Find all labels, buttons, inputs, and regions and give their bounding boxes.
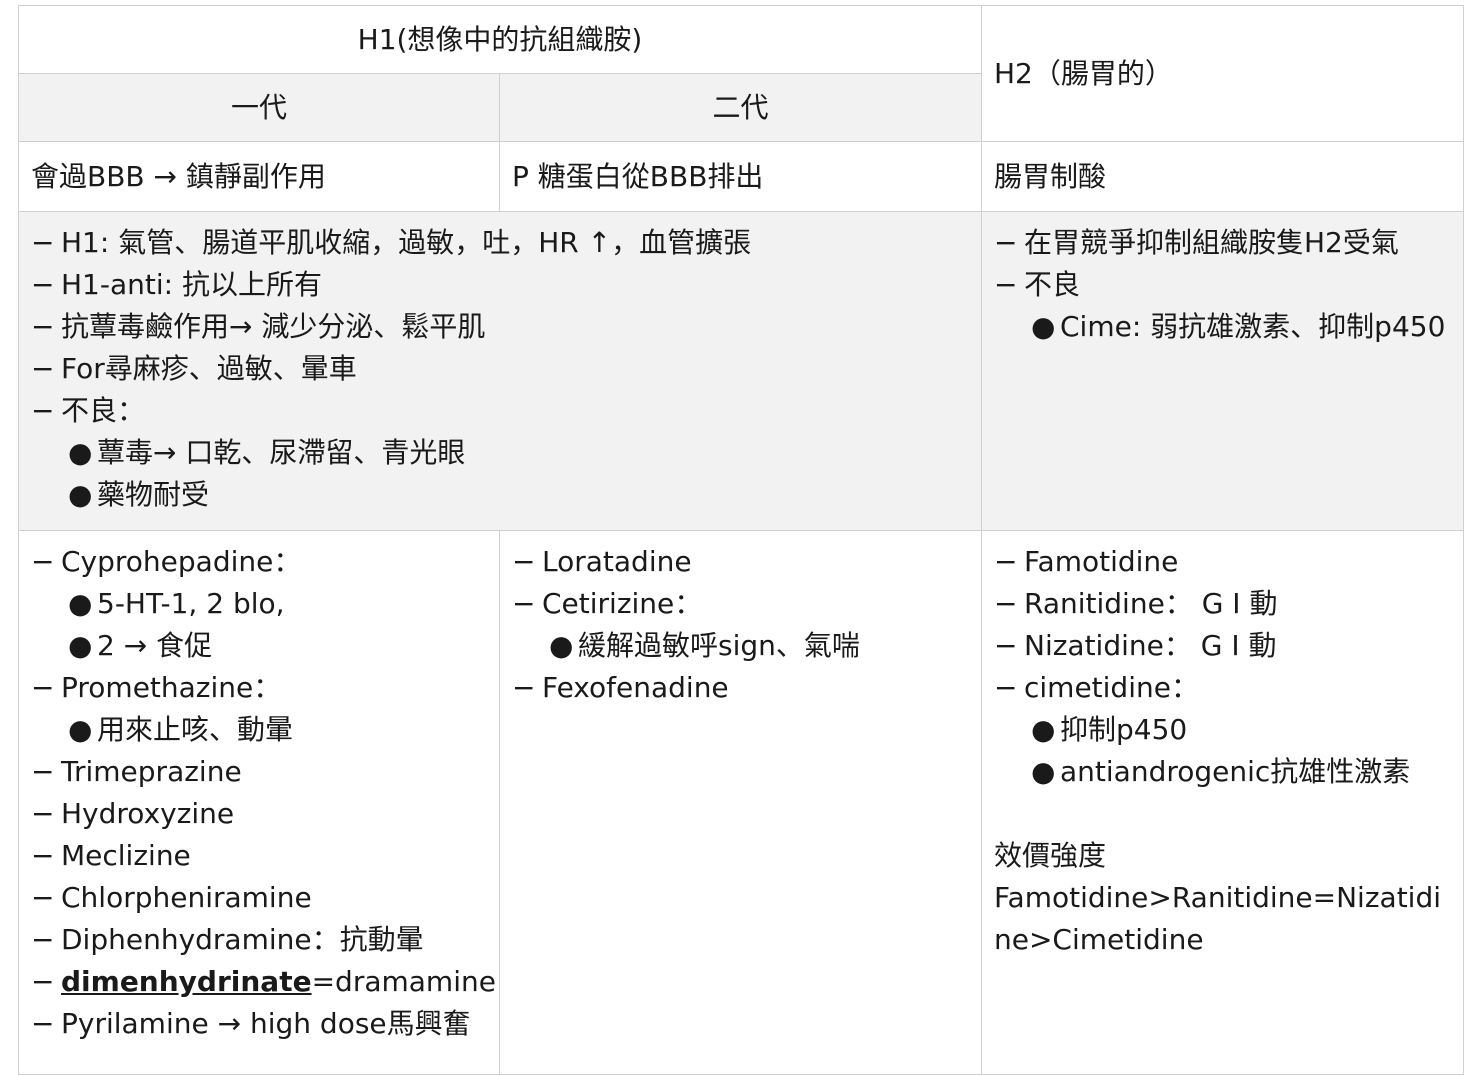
list-item: − 在胃競爭抑制組織胺隻H2受氣 (994, 222, 1451, 264)
gen2-drugs-cell: − Loratadine − Cetirizine： ● 緩解過敏呼sign、氣喘 −… (499, 530, 982, 1075)
gen2-header-cell: 二代 (499, 73, 982, 142)
bullet-item: ● 用來止咳、動暈 (31, 709, 487, 751)
h1-effects-cell: − H1: 氣管、腸道平肌收縮，過敏，吐，HR ↑，血管擴張 − H1-anti:… (18, 211, 982, 531)
dash-icon: − (31, 1007, 55, 1040)
bullet-icon: ● (68, 713, 93, 746)
dash-icon: − (994, 545, 1018, 578)
bullet-item: ● 抑制p450 (994, 709, 1451, 751)
list-item: − Chlorpheniramine (31, 877, 487, 919)
dash-icon: − (31, 881, 55, 914)
drug-comparison-table: H1(想像中的抗組織胺) H2（腸胃的） 一代 二代 會過BBB → 鎮靜副作用… (18, 5, 1464, 1075)
gen1-header: 一代 (230, 90, 287, 124)
list-item: − Loratadine (512, 541, 969, 583)
bullet-item: ● 5-HT-1, 2 blo, (31, 583, 487, 625)
list-item: − Hydroxyzine (31, 793, 487, 835)
potency-ranking: Famotidine>Ranitidine=Nizatidine>Cimetid… (994, 881, 1442, 956)
list-item: − Ranitidine： G I 動 (994, 583, 1451, 625)
gen2-summary: P 糖蛋白從BBB排出 (512, 159, 764, 193)
dash-icon: − (31, 352, 55, 385)
gen1-header-cell: 一代 (18, 73, 500, 142)
dash-icon: − (31, 268, 55, 301)
bullet-icon: ● (1031, 755, 1056, 788)
list-item: − Nizatidine： G I 動 (994, 625, 1451, 667)
bullet-item: ● Cime: 弱抗雄激素、抑制p450 (994, 306, 1451, 348)
dash-icon: − (31, 797, 55, 830)
list-item: − 抗蕈毒鹼作用→ 減少分泌、鬆平肌 (31, 306, 969, 348)
bullet-icon: ● (68, 436, 93, 469)
bullet-item: ● 藥物耐受 (31, 474, 969, 516)
dash-icon: − (31, 839, 55, 872)
dash-icon: − (31, 923, 55, 956)
list-item: − H1: 氣管、腸道平肌收縮，過敏，吐，HR ↑，血管擴張 (31, 222, 969, 264)
dash-icon: − (994, 226, 1018, 259)
bullet-icon: ● (68, 629, 93, 662)
list-item: − H1-anti: 抗以上所有 (31, 264, 969, 306)
h2-header: H2（腸胃的） (994, 56, 1173, 90)
list-item: − Cyprohepadine： (31, 541, 487, 583)
dash-icon: − (31, 545, 55, 578)
bullet-item: ● antiandrogenic抗雄性激素 (994, 751, 1451, 793)
h2-header-cell: H2（腸胃的） (981, 5, 1464, 142)
list-item: − For尋麻疹、過敏、暈車 (31, 348, 969, 390)
bullet-item: ● 2 → 食促 (31, 625, 487, 667)
dash-icon: − (994, 587, 1018, 620)
bullet-item: ● 緩解過敏呼sign、氣喘 (512, 625, 969, 667)
list-item: − 不良 (994, 264, 1451, 306)
dash-icon: − (31, 310, 55, 343)
list-item: − Pyrilamine → high dose馬興奮 (31, 1003, 487, 1045)
dash-icon: − (994, 629, 1018, 662)
gen1-drugs-cell: − Cyprohepadine： ● 5-HT-1, 2 blo, ● 2 → 食促… (18, 530, 500, 1075)
gen1-summary: 會過BBB → 鎮靜副作用 (31, 159, 326, 193)
dash-icon: − (512, 671, 536, 704)
gen1-summary-cell: 會過BBB → 鎮靜副作用 (18, 141, 500, 212)
gen2-header: 二代 (712, 90, 769, 124)
dash-icon: − (31, 394, 55, 427)
bullet-icon: ● (1031, 310, 1056, 343)
bullet-icon: ● (68, 478, 93, 511)
h2-summary: 腸胃制酸 (994, 159, 1107, 193)
h1-header: H1(想像中的抗組織胺) (357, 22, 643, 56)
list-item: − cimetidine： (994, 667, 1451, 709)
dash-icon: − (512, 587, 536, 620)
dash-icon: − (31, 226, 55, 259)
list-item: − Meclizine (31, 835, 487, 877)
list-item: − Diphenhydramine：抗動暈 (31, 919, 487, 961)
dash-icon: − (994, 268, 1018, 301)
gen2-summary-cell: P 糖蛋白從BBB排出 (499, 141, 982, 212)
bullet-icon: ● (549, 629, 574, 662)
dash-icon: − (512, 545, 536, 578)
list-item: − 不良： (31, 390, 969, 432)
list-item: − dimenhydrinate=dramamine (31, 961, 496, 1003)
bullet-icon: ● (1031, 713, 1056, 746)
h1-header-cell: H1(想像中的抗組織胺) (18, 5, 982, 74)
dimenhydrinate-link: dimenhydrinate (61, 965, 312, 998)
bullet-icon: ● (68, 587, 93, 620)
list-item: − Promethazine： (31, 667, 487, 709)
h2-drugs-cell: − Famotidine − Ranitidine： G I 動 − Nizatidi… (981, 530, 1464, 1075)
h2-summary-cell: 腸胃制酸 (981, 141, 1464, 212)
list-item: − Cetirizine： (512, 583, 969, 625)
list-item: − Fexofenadine (512, 667, 969, 709)
potency-title: 效價強度 (994, 839, 1107, 872)
list-item: − Trimeprazine (31, 751, 487, 793)
dash-icon: − (31, 965, 55, 998)
dash-icon: − (31, 755, 55, 788)
h2-effects-cell: − 在胃競爭抑制組織胺隻H2受氣 − 不良 ● Cime: 弱抗雄激素、抑制p450 (981, 211, 1464, 531)
bullet-item: ● 蕈毒→ 口乾、尿滯留、青光眼 (31, 432, 969, 474)
dash-icon: − (994, 671, 1018, 704)
dash-icon: − (31, 671, 55, 704)
list-item: − Famotidine (994, 541, 1451, 583)
